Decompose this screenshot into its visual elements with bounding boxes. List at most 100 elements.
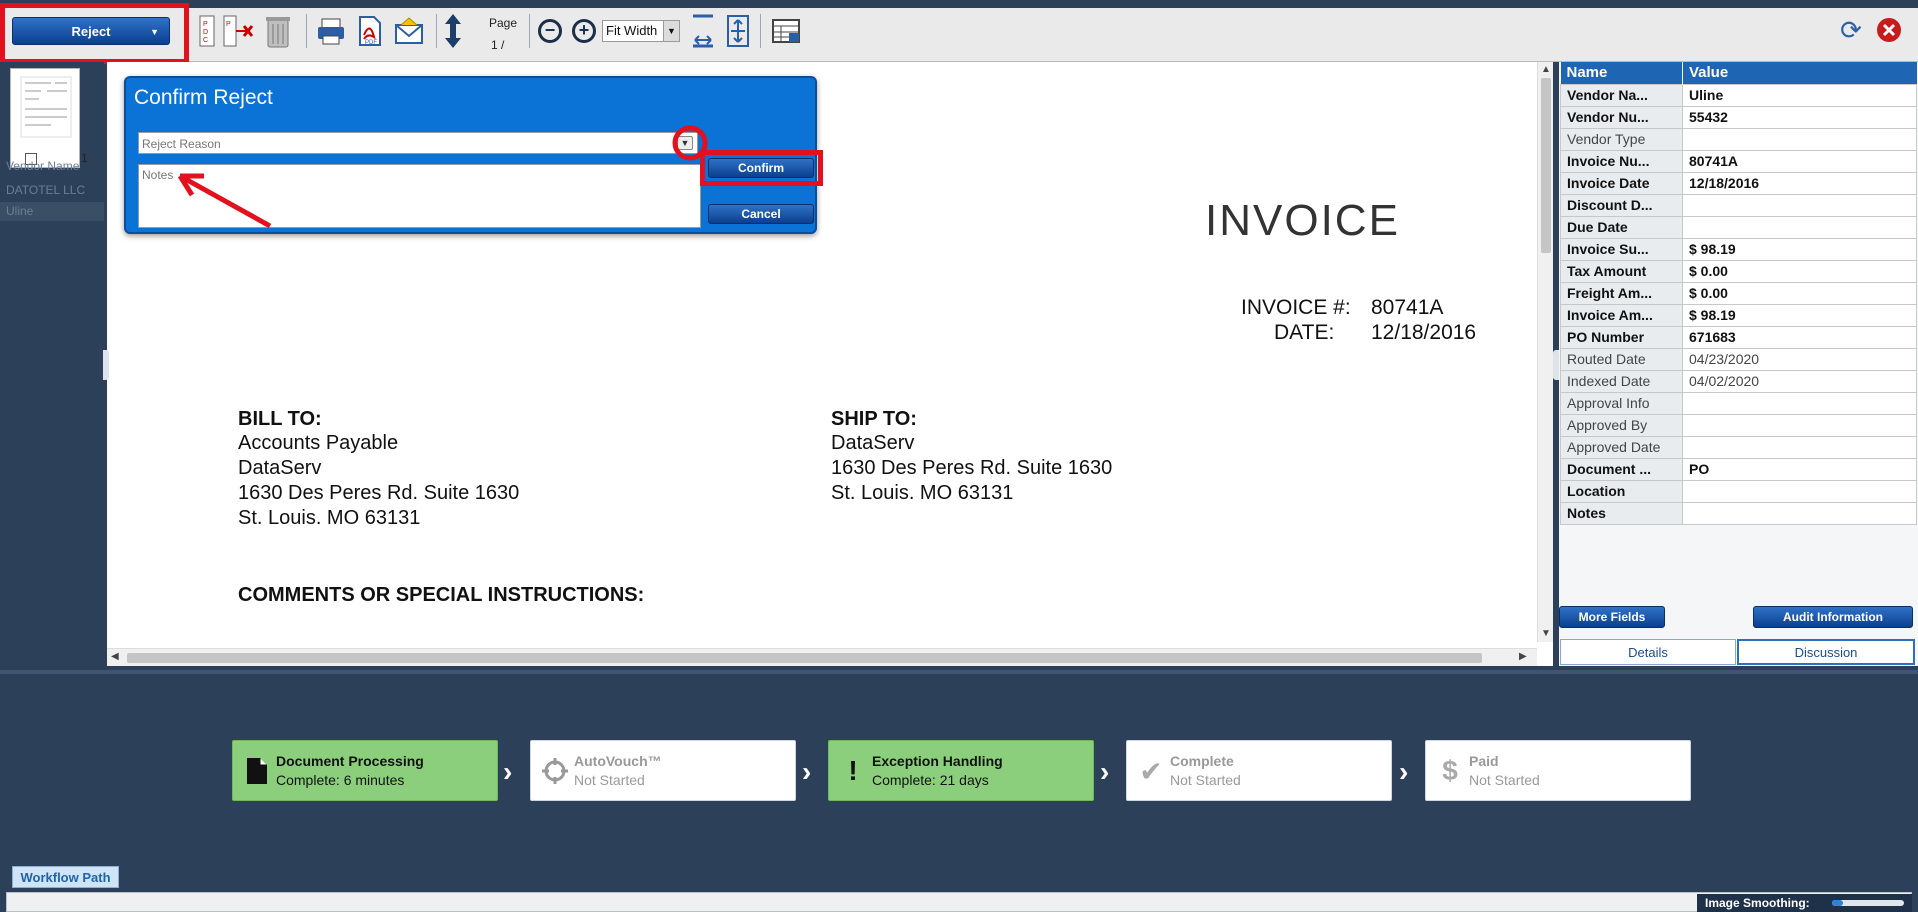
table-row[interactable]: Location xyxy=(1560,479,1917,503)
scroll-left-icon[interactable]: ◀ xyxy=(111,651,119,662)
list-item-selected[interactable]: Uline xyxy=(0,202,104,221)
field-value[interactable] xyxy=(1682,479,1917,503)
field-value[interactable]: 671683 xyxy=(1682,325,1917,349)
up-down-arrow-icon[interactable] xyxy=(440,14,466,48)
table-row[interactable]: Freight Am... $ 0.00 xyxy=(1560,281,1917,305)
table-row[interactable]: Notes xyxy=(1560,501,1917,525)
table-row[interactable]: Invoice Su... $ 98.19 xyxy=(1560,237,1917,261)
page-thumbnail[interactable]: 1 xyxy=(10,68,88,168)
list-item-label: Uline xyxy=(6,204,34,218)
table-row[interactable]: Vendor Nu... 55432 xyxy=(1560,105,1917,129)
cancel-label: Cancel xyxy=(741,207,781,221)
vertical-scrollbar[interactable]: ▲ ▼ xyxy=(1537,62,1553,642)
bill-to-line: Accounts Payable xyxy=(238,432,399,454)
document-stack-icon[interactable]: PDC xyxy=(198,14,216,48)
field-value[interactable]: $ 98.19 xyxy=(1682,303,1917,327)
scroll-up-icon[interactable]: ▲ xyxy=(1541,64,1551,75)
field-value[interactable] xyxy=(1682,391,1917,415)
scroll-thumb[interactable] xyxy=(127,653,1482,663)
email-icon[interactable] xyxy=(393,14,425,48)
print-icon[interactable] xyxy=(316,14,346,48)
field-value[interactable]: 55432 xyxy=(1682,105,1917,129)
table-row[interactable]: Routed Date 04/23/2020 xyxy=(1560,347,1917,371)
fields-table: Name Value Vendor Na... Uline Vendor Nu...… xyxy=(1560,62,1917,525)
field-value[interactable] xyxy=(1682,413,1917,437)
right-collapse-handle[interactable] xyxy=(1553,350,1559,380)
scroll-right-icon[interactable]: ▶ xyxy=(1519,651,1527,662)
field-value[interactable]: $ 0.00 xyxy=(1682,259,1917,283)
field-value[interactable]: Uline xyxy=(1682,83,1917,107)
table-row[interactable]: Approved By xyxy=(1560,413,1917,437)
field-name: Invoice Su... xyxy=(1560,237,1683,261)
table-row[interactable]: Invoice Am... $ 98.19 xyxy=(1560,303,1917,327)
zoom-out-icon[interactable]: − xyxy=(538,19,562,43)
workflow-step-exception-handling[interactable]: ! Exception Handling Complete: 21 days xyxy=(828,740,1094,801)
workflow-step-autovouch[interactable]: AutoVouch™ Not Started xyxy=(530,740,796,801)
table-row[interactable]: Tax Amount $ 0.00 xyxy=(1560,259,1917,283)
column-header-name[interactable]: Name xyxy=(1560,62,1683,84)
remove-page-icon[interactable]: P xyxy=(222,14,256,48)
dollar-icon: $ xyxy=(1442,755,1458,786)
table-row[interactable]: Vendor Na... Uline xyxy=(1560,83,1917,107)
field-value[interactable] xyxy=(1682,501,1917,525)
bill-to-line: 1630 Des Peres Rd. Suite 1630 xyxy=(238,482,520,504)
field-value[interactable] xyxy=(1682,193,1917,217)
trash-icon[interactable] xyxy=(263,14,293,48)
field-name: Invoice Nu... xyxy=(1560,149,1683,173)
checkmark-icon: ✔ xyxy=(1139,755,1163,787)
more-fields-button[interactable]: More Fields xyxy=(1559,606,1665,628)
table-row[interactable]: Discount D... xyxy=(1560,193,1917,217)
field-name: Vendor Na... xyxy=(1560,83,1683,107)
audit-information-button[interactable]: Audit Information xyxy=(1753,606,1913,628)
image-smoothing-control: Image Smoothing: xyxy=(1697,894,1912,912)
scroll-thumb[interactable] xyxy=(1541,78,1551,253)
field-value[interactable] xyxy=(1682,215,1917,239)
table-row[interactable]: PO Number 671683 xyxy=(1560,325,1917,349)
field-value[interactable]: $ 0.00 xyxy=(1682,281,1917,305)
fit-page-icon[interactable] xyxy=(725,14,751,48)
table-row[interactable]: Indexed Date 04/02/2020 xyxy=(1560,369,1917,393)
step-title: Exception Handling xyxy=(872,753,1003,769)
layout-icon[interactable] xyxy=(770,14,802,48)
field-value[interactable]: 80741A xyxy=(1682,149,1917,173)
table-row[interactable]: Approval Info xyxy=(1560,391,1917,415)
pdf-icon[interactable]: PDF xyxy=(356,14,384,48)
step-status: Not Started xyxy=(1170,772,1241,788)
horizontal-scrollbar[interactable]: ◀ ▶ xyxy=(107,648,1537,666)
field-value[interactable] xyxy=(1682,127,1917,151)
left-collapse-handle[interactable] xyxy=(103,350,109,380)
field-value[interactable] xyxy=(1682,435,1917,459)
tab-details[interactable]: Details xyxy=(1560,639,1736,665)
cancel-button[interactable]: Cancel xyxy=(708,204,814,224)
table-row[interactable]: Invoice Nu... 80741A xyxy=(1560,149,1917,173)
table-row[interactable]: Vendor Type xyxy=(1560,127,1917,151)
table-row[interactable]: Approved Date xyxy=(1560,435,1917,459)
scroll-down-icon[interactable]: ▼ xyxy=(1541,628,1551,639)
fit-height-icon[interactable] xyxy=(690,14,716,48)
table-row[interactable]: Due Date xyxy=(1560,215,1917,239)
workflow-step-complete[interactable]: ✔ Complete Not Started xyxy=(1126,740,1392,801)
refresh-icon[interactable]: ⟳ xyxy=(1837,15,1865,45)
field-value[interactable]: PO xyxy=(1682,457,1917,481)
table-row[interactable]: Invoice Date 12/18/2016 xyxy=(1560,171,1917,195)
list-item[interactable]: DATOTEL LLC xyxy=(6,183,85,197)
table-row[interactable]: Document ... PO xyxy=(1560,457,1917,481)
zoom-in-icon[interactable]: + xyxy=(572,19,596,43)
column-header-value[interactable]: Value xyxy=(1682,62,1917,84)
close-icon[interactable] xyxy=(1875,16,1903,44)
field-value[interactable]: 04/23/2020 xyxy=(1682,347,1917,371)
tab-discussion[interactable]: Discussion xyxy=(1737,639,1915,665)
zoom-select[interactable]: Fit Width ▼ xyxy=(602,20,680,42)
field-value[interactable]: $ 98.19 xyxy=(1682,237,1917,261)
field-value[interactable]: 12/18/2016 xyxy=(1682,171,1917,195)
tab-label: Discussion xyxy=(1794,644,1858,660)
toolbar-separator xyxy=(529,14,530,48)
list-header: Vendor Name xyxy=(6,159,80,173)
workflow-path-button[interactable]: Workflow Path xyxy=(12,866,119,888)
fields-table-body: Vendor Na... Uline Vendor Nu... 55432 Vendor… xyxy=(1560,83,1917,525)
workflow-step-document-processing[interactable]: Document Processing Complete: 6 minutes xyxy=(232,740,498,801)
bill-to-line: St. Louis. MO 63131 xyxy=(238,507,421,529)
workflow-step-paid[interactable]: $ Paid Not Started xyxy=(1425,740,1691,801)
field-value[interactable]: 04/02/2020 xyxy=(1682,369,1917,393)
image-smoothing-slider[interactable] xyxy=(1832,900,1904,906)
